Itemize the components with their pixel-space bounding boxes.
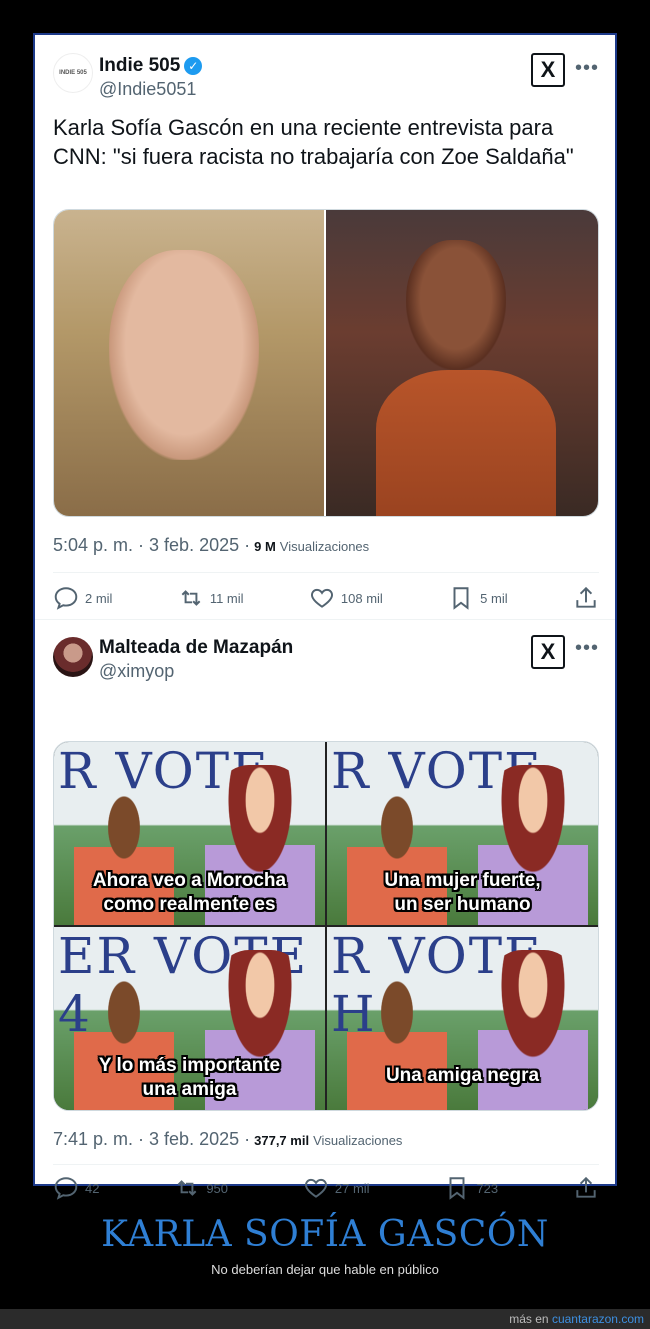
reply-button[interactable]: 42 [53,1175,99,1201]
meme-caption: Ahora veo a Morocha como realmente es [54,869,325,917]
reply-icon [54,587,78,610]
bookmark-button[interactable]: 5 mil [448,585,508,611]
site-footer: más en cuantarazon.com [0,1309,650,1329]
like-count: 27 mil [334,1180,370,1196]
like-button[interactable]: 27 mil [303,1175,370,1201]
divider [53,572,599,573]
tweet-text: Karla Sofía Gascón en una reciente entre… [53,115,574,169]
character-morocha [347,980,447,1110]
heart-icon [304,1178,327,1198]
reply-button[interactable]: 2 mil [53,585,112,611]
portrait-face [406,240,506,370]
tweet-1: INDIE 505 Indie 505 ✓ @Indie5051 X ••• K… [35,35,615,620]
caption-line: un ser humano [394,894,531,915]
caption-line: Ahora veo a Morocha [92,870,287,891]
author-handle[interactable]: @ximyop [99,661,174,682]
bookmark-count: 723 [476,1180,499,1196]
meme-grid: R VOTE Ahora veo a Morocha como realmente… [54,742,598,1110]
author-name[interactable]: Malteada de Mazapán [99,637,293,659]
bookmark-icon [449,1177,465,1200]
reply-count: 42 [85,1180,100,1196]
tweet-media[interactable] [53,209,599,517]
timestamp[interactable]: 5:04 p. m. · 3 feb. 2025 · [53,535,250,556]
photo-right[interactable] [326,210,598,516]
meme-caption: Una mujer fuerte, un ser humano [327,869,598,917]
meme-caption: Una amiga negra [327,1064,598,1088]
meme-panel: R VOTE H Una amiga negra [327,927,598,1110]
meme-panel: R VOTE Una mujer fuerte, un ser humano [327,742,598,925]
heart-icon [310,588,333,608]
more-prefix: más en [509,1312,549,1326]
author-row: Malteada de Mazapán [99,637,293,659]
retweet-count: 11 mil [209,590,244,606]
reply-icon [54,1177,78,1200]
tweet-meta: 7:41 p. m. · 3 feb. 2025 · 377,7 mil Vis… [53,1129,402,1150]
like-count: 108 mil [340,590,383,606]
tweet-2: Malteada de Mazapán @ximyop X ••• R VOTE… [35,627,615,1200]
reply-count: 2 mil [85,590,113,606]
meme-caption: Y lo más importante una amiga [54,1054,325,1102]
meme-image[interactable]: R VOTE Ahora veo a Morocha como realmente… [53,741,599,1111]
retweet-icon [177,1180,197,1196]
caption-line: Y lo más importante [98,1055,281,1076]
avatar[interactable]: INDIE 505 [53,53,93,93]
bookmark-icon [453,587,469,610]
bookmark-button[interactable]: 723 [444,1175,498,1201]
caption-line: una amiga [142,1079,237,1100]
screenshot-card: INDIE 505 Indie 505 ✓ @Indie5051 X ••• K… [33,33,617,1200]
action-bar: 42 950 27 mil 723 [53,1175,599,1201]
caption-line: Una amiga negra [385,1065,540,1086]
photo-left[interactable] [54,210,324,516]
more-options-icon[interactable]: ••• [575,57,599,80]
caption-line: como realmente es [103,894,276,915]
bookmark-count: 5 mil [480,590,508,606]
post-title: KARLA SOFÍA GASCÓN [101,1214,549,1255]
divider [53,1164,599,1165]
meme-panel: ER VOTE 4 Y lo más importante una amiga [54,927,325,1110]
tweet-separator [35,619,615,620]
author-name[interactable]: Indie 505 [99,55,180,77]
x-logo-icon[interactable]: X [531,53,565,87]
tweet-meta: 5:04 p. m. · 3 feb. 2025 · 9 M Visualiza… [53,535,369,556]
author-handle[interactable]: @Indie5051 [99,79,196,100]
share-icon [576,1176,596,1198]
views-count: 9 M [254,539,276,554]
share-button[interactable] [573,1175,599,1201]
verified-badge-icon: ✓ [184,57,203,75]
views-count: 377,7 mil [254,1133,310,1148]
share-icon [576,586,596,608]
views-label: Visualizaciones [313,1133,403,1148]
retweet-icon [181,590,201,606]
portrait-dress [376,370,556,516]
site-link[interactable]: cuantarazon.com [552,1312,644,1326]
meme-panel: R VOTE Ahora veo a Morocha como realmente… [54,742,325,925]
more-options-icon[interactable]: ••• [575,637,599,660]
action-bar: 2 mil 11 mil 108 mil 5 mil [53,585,599,611]
like-button[interactable]: 108 mil [309,585,383,611]
views-label: Visualizaciones [279,539,370,554]
caption-line: Una mujer fuerte, [384,870,541,891]
timestamp[interactable]: 7:41 p. m. · 3 feb. 2025 · [53,1129,250,1150]
portrait-face [109,250,259,460]
x-logo-icon[interactable]: X [531,635,565,669]
share-button[interactable] [573,585,599,611]
avatar[interactable] [53,637,93,677]
post-subtitle: No deberían dejar que hable en público [211,1262,439,1277]
author-row: Indie 505 ✓ [99,55,203,77]
retweet-button[interactable]: 11 mil [178,585,244,611]
retweet-button[interactable]: 950 [174,1175,228,1201]
retweet-count: 950 [206,1180,229,1196]
